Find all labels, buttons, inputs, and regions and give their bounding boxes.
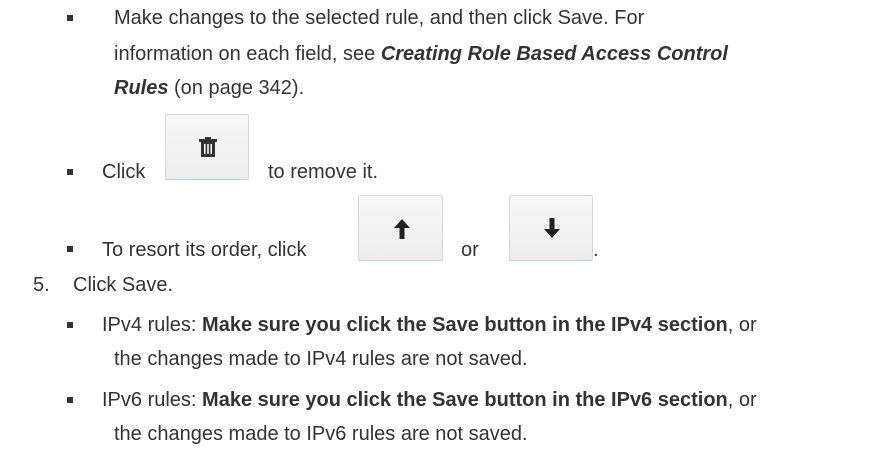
bullet-marker	[67, 169, 73, 175]
edit-instruction-text: information on each field, see	[114, 43, 381, 65]
delete-prefix: Click	[102, 161, 146, 183]
move-up-button[interactable]	[358, 195, 443, 261]
delete-button[interactable]	[165, 114, 249, 180]
move-down-button[interactable]	[509, 195, 593, 261]
edit-instruction-line1: Make changes to the selected rule, and t…	[114, 7, 645, 29]
ipv4-rest: , or	[727, 314, 757, 336]
bullet-marker	[67, 246, 73, 252]
rbac-rules-link[interactable]: Creating Role Based Access Control	[381, 43, 728, 65]
ipv6-rest: , or	[727, 389, 757, 411]
bullet-marker	[67, 322, 73, 328]
edit-instruction-line2: information on each field, see Creating …	[114, 40, 728, 68]
ipv4-label: IPv4 rules:	[102, 314, 203, 336]
arrow-down-icon	[544, 218, 560, 238]
step-number: 5.	[33, 274, 50, 296]
ipv6-emphasis: Make sure you click the Save button in t…	[202, 389, 728, 411]
ipv4-emphasis: Make sure you click the Save button in t…	[202, 314, 728, 336]
delete-suffix: to remove it.	[268, 161, 379, 183]
reorder-prefix: To resort its order, click	[102, 239, 307, 261]
arrow-up-icon	[394, 219, 410, 239]
trash-icon	[199, 137, 217, 157]
ipv6-note-line1: IPv6 rules: Make sure you click the Save…	[102, 386, 757, 414]
ipv6-note-line2: the changes made to IPv6 rules are not s…	[114, 423, 528, 445]
ipv6-label: IPv6 rules:	[102, 389, 203, 411]
rbac-rules-link-cont[interactable]: Rules	[114, 77, 168, 99]
or-text: or	[461, 239, 479, 261]
page-reference: (on page 342).	[168, 77, 305, 99]
ipv4-note-line2: the changes made to IPv4 rules are not s…	[114, 348, 528, 370]
edit-instruction-line3: Rules (on page 342).	[114, 74, 304, 102]
ipv4-note-line1: IPv4 rules: Make sure you click the Save…	[102, 311, 757, 339]
bullet-marker	[67, 15, 73, 21]
period: .	[593, 239, 599, 261]
bullet-marker	[67, 397, 73, 403]
step-5-text: Click Save.	[73, 274, 174, 296]
